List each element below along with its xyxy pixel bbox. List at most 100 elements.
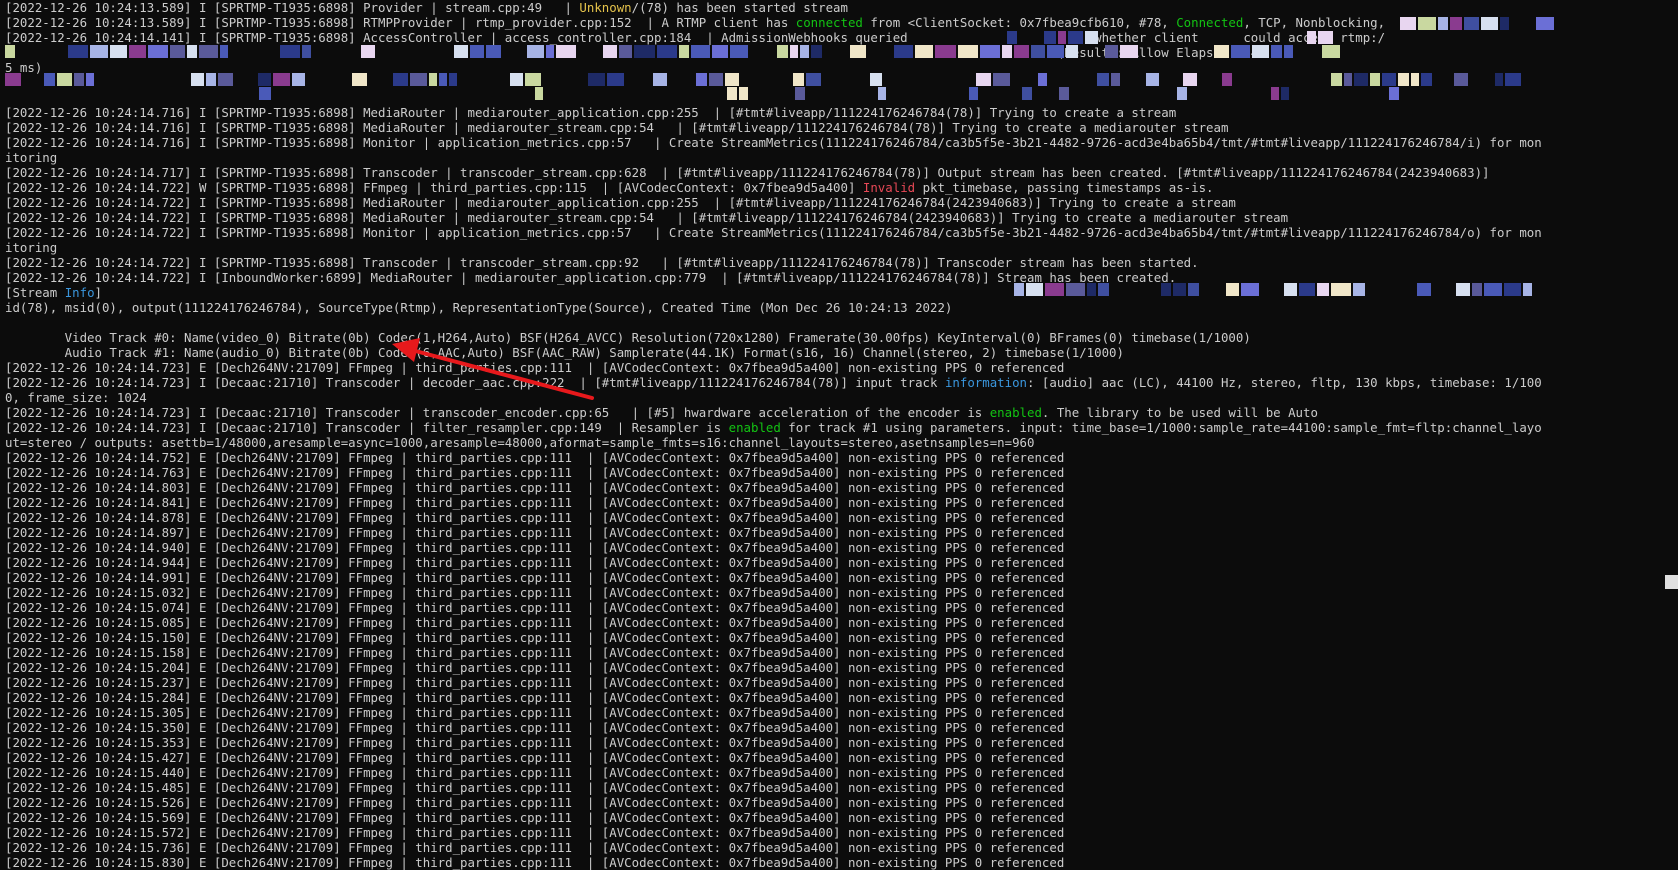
log-line: [2022-12-26 10:24:15.485] E [Dech264NV:2… xyxy=(5,780,1665,795)
log-line: ut=stereo / outputs: asettb=1/48000,ares… xyxy=(5,435,1665,450)
log-line: [2022-12-26 10:24:14.717] I [SPRTMP-T193… xyxy=(5,165,1665,180)
redaction-block xyxy=(410,73,427,86)
log-highlight: Unknown xyxy=(579,0,632,15)
log-line: [2022-12-26 10:24:15.440] E [Dech264NV:2… xyxy=(5,765,1665,780)
log-text: [2022-12-26 10:24:15.074] E [Dech264NV:2… xyxy=(5,600,1065,615)
redaction-block xyxy=(795,87,805,100)
redaction-block xyxy=(1026,283,1043,296)
redaction-block xyxy=(1038,73,1047,86)
log-line: id(78), msid(0), output(111224176246784)… xyxy=(5,300,1665,315)
redaction-block xyxy=(1331,73,1342,86)
log-text: [2022-12-26 10:24:14.723] E [Dech264NV:2… xyxy=(5,360,1065,375)
redaction-block xyxy=(1120,45,1138,58)
redaction-block xyxy=(935,45,956,58)
redaction-block xyxy=(525,73,541,86)
redaction-block xyxy=(57,73,72,86)
log-text: [2022-12-26 10:24:15.158] E [Dech264NV:2… xyxy=(5,645,1065,660)
log-text: [2022-12-26 10:24:15.736] E [Dech264NV:2… xyxy=(5,840,1065,855)
log-line: [2022-12-26 10:24:14.722] I [InboundWork… xyxy=(5,270,1665,285)
log-text: [2022-12-26 10:24:15.485] E [Dech264NV:2… xyxy=(5,780,1065,795)
log-text: Audio Track #1: Name(audio_0) Bitrate(0b… xyxy=(5,345,1124,360)
redaction-block xyxy=(1344,73,1352,86)
redaction-block xyxy=(696,73,707,86)
redaction-block xyxy=(187,45,197,58)
log-highlight: connected xyxy=(795,15,863,30)
redaction-block xyxy=(993,73,1010,86)
scrollbar-thumb[interactable] xyxy=(1665,575,1678,589)
redaction-block xyxy=(806,73,821,86)
log-text: itoring xyxy=(5,150,58,165)
redaction-block xyxy=(90,45,108,58)
log-line: Audio Track #1: Name(audio_0) Bitrate(0b… xyxy=(5,345,1665,360)
log-text: [2022-12-26 10:24:14.716] I [SPRTMP-T193… xyxy=(5,135,1542,150)
redaction-block xyxy=(634,45,655,58)
redaction-block xyxy=(739,87,748,100)
log-text: [2022-12-26 10:24:14.717] I [SPRTMP-T193… xyxy=(5,165,1490,180)
log-line: [2022-12-26 10:24:15.526] E [Dech264NV:2… xyxy=(5,795,1665,810)
redaction-block xyxy=(1252,45,1269,58)
redaction-block xyxy=(712,45,728,58)
log-text: [2022-12-26 10:24:14.944] E [Dech264NV:2… xyxy=(5,555,1065,570)
log-line: [2022-12-26 10:24:14.722] W [SPRTMP-T193… xyxy=(5,180,1665,195)
redaction-block xyxy=(1098,283,1109,296)
log-text: [2022-12-26 10:24:15.830] E [Dech264NV:2… xyxy=(5,855,1065,870)
log-text: [2022-12-26 10:24:15.085] E [Dech264NV:2… xyxy=(5,615,1065,630)
log-text: [2022-12-26 10:24:15.237] E [Dech264NV:2… xyxy=(5,675,1065,690)
log-text: ] xyxy=(94,285,102,300)
redaction-block xyxy=(1411,73,1419,86)
redaction-block xyxy=(1505,73,1521,86)
log-line: itoring xyxy=(5,240,1665,255)
redaction-block xyxy=(1173,283,1186,296)
redaction-block xyxy=(878,87,886,100)
redaction-block xyxy=(1281,87,1289,100)
log-text: [2022-12-26 10:24:15.284] E [Dech264NV:2… xyxy=(5,690,1065,705)
log-text: [2022-12-26 10:24:14.722] I [SPRTMP-T193… xyxy=(5,210,1289,225)
log-text: 0, frame_size: 1024 xyxy=(5,390,147,405)
log-line: (Result : Allow Elapsed : 4 xyxy=(5,45,1665,60)
log-text: [2022-12-26 10:24:13.589] I [SPRTMP-T193… xyxy=(5,15,796,30)
redaction-block xyxy=(361,45,375,58)
redaction-block xyxy=(1222,73,1232,86)
log-highlight: Info xyxy=(64,285,95,300)
redaction-block xyxy=(1066,45,1078,58)
redaction-block xyxy=(1454,73,1468,86)
log-line: [2022-12-26 10:24:14.722] I [SPRTMP-T193… xyxy=(5,225,1665,240)
redaction-block xyxy=(74,73,84,86)
log-line: [2022-12-26 10:24:14.723] I [Decaac:2171… xyxy=(5,405,1665,420)
redaction-block xyxy=(259,87,271,100)
redaction-block xyxy=(273,73,290,86)
log-text: [2022-12-26 10:24:14.722] W [SPRTMP-T193… xyxy=(5,180,863,195)
redaction-block xyxy=(258,73,271,86)
log-text: , TCP, Nonblocking, xyxy=(1243,15,1386,30)
log-line: [2022-12-26 10:24:14.752] E [Dech264NV:2… xyxy=(5,450,1665,465)
redaction-block xyxy=(1353,283,1365,296)
log-line: [2022-12-26 10:24:15.572] E [Dech264NV:2… xyxy=(5,825,1665,840)
redaction-block xyxy=(1389,87,1399,100)
redaction-block xyxy=(1299,283,1315,296)
redaction-block xyxy=(1271,45,1282,58)
log-line: [2022-12-26 10:24:14.723] I [Decaac:2171… xyxy=(5,420,1665,435)
log-text: ut=stereo / outputs: asettb=1/48000,ares… xyxy=(5,435,1035,450)
log-text: itoring xyxy=(5,240,58,255)
redaction-block xyxy=(68,45,88,58)
redaction-block xyxy=(870,73,882,86)
redaction-block xyxy=(725,73,739,86)
log-line: [2022-12-26 10:24:14.878] E [Dech264NV:2… xyxy=(5,510,1665,525)
log-line: [2022-12-26 10:24:15.736] E [Dech264NV:2… xyxy=(5,840,1665,855)
redaction-block xyxy=(1031,45,1045,58)
redaction-block xyxy=(1284,45,1293,58)
redaction-block xyxy=(850,45,866,58)
log-text: [2022-12-26 10:24:15.572] E [Dech264NV:2… xyxy=(5,825,1065,840)
terminal-output[interactable]: [2022-12-26 10:24:13.589] I [SPRTMP-T193… xyxy=(0,0,1665,870)
redaction-block xyxy=(5,45,15,58)
log-text: [2022-12-26 10:24:14.716] I [SPRTMP-T193… xyxy=(5,105,1177,120)
log-text: [2022-12-26 10:24:15.569] E [Dech264NV:2… xyxy=(5,810,1065,825)
log-line: [2022-12-26 10:24:14.897] E [Dech264NV:2… xyxy=(5,525,1665,540)
redaction-block xyxy=(980,45,1000,58)
redaction-block xyxy=(657,45,677,58)
log-line: [2022-12-26 10:24:15.032] E [Dech264NV:2… xyxy=(5,585,1665,600)
redaction-block xyxy=(1231,45,1250,58)
redaction-block xyxy=(894,45,913,58)
redaction-block xyxy=(206,73,216,86)
